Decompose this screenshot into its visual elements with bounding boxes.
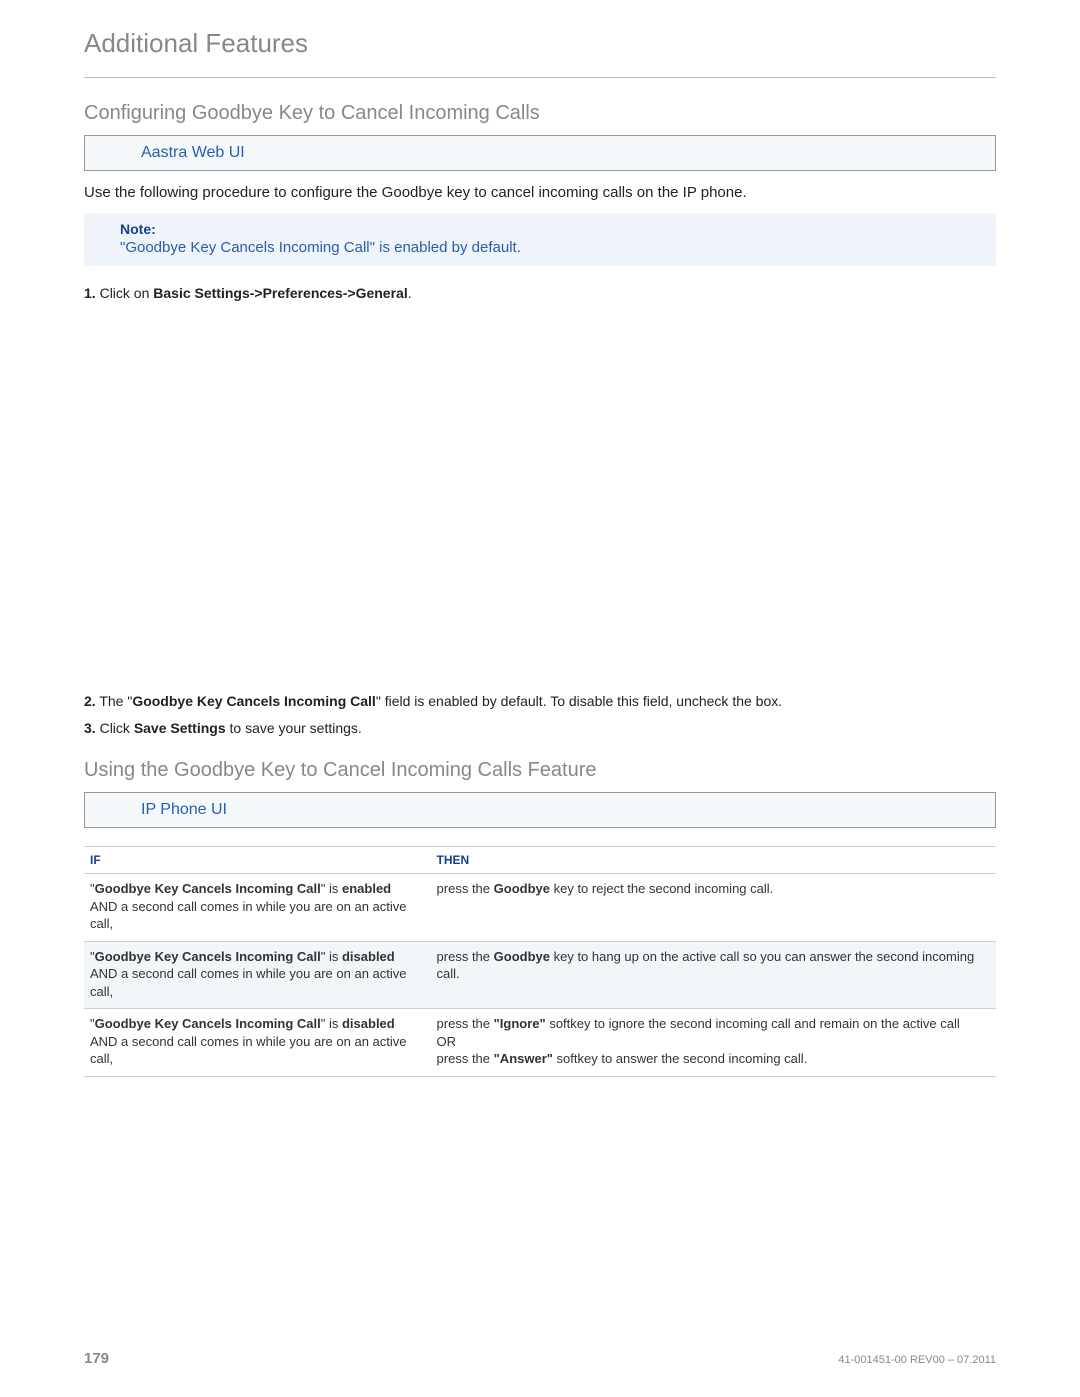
page-footer: 179 41-001451-00 REV00 – 07.2011 bbox=[84, 1350, 996, 1367]
cell-text: softkey to ignore the second incoming ca… bbox=[546, 1016, 960, 1031]
step-text: to save your settings. bbox=[226, 720, 362, 736]
cell-text: AND a second call comes in while you are… bbox=[90, 899, 407, 932]
cell-bold: disabled bbox=[342, 949, 395, 964]
cell-text: press the bbox=[437, 1051, 494, 1066]
ui-context-box-phone: IP Phone UI bbox=[84, 792, 996, 828]
cell-text: press the bbox=[437, 1016, 494, 1031]
chapter-title: Additional Features bbox=[84, 28, 996, 59]
step-2: 2. The "Goodbye Key Cancels Incoming Cal… bbox=[84, 692, 996, 712]
step-num: 2. bbox=[84, 693, 96, 709]
step-text: " field is enabled by default. To disabl… bbox=[376, 693, 782, 709]
table-row: "Goodbye Key Cancels Incoming Call" is d… bbox=[84, 941, 996, 1009]
cell-bold: Goodbye Key Cancels Incoming Call bbox=[95, 881, 321, 896]
screenshot-placeholder bbox=[84, 312, 996, 692]
ui-context-label: IP Phone UI bbox=[141, 801, 227, 818]
step-bold: Goodbye Key Cancels Incoming Call bbox=[132, 693, 376, 709]
note-block: Note: "Goodbye Key Cancels Incoming Call… bbox=[84, 213, 996, 266]
cell-bold: disabled bbox=[342, 1016, 395, 1031]
ui-context-label: Aastra Web UI bbox=[141, 144, 245, 161]
page-number: 179 bbox=[84, 1350, 109, 1367]
step-text: Click on bbox=[100, 285, 154, 301]
cell-text: " is bbox=[321, 949, 342, 964]
table-header-if: IF bbox=[84, 847, 431, 874]
cell-text: press the bbox=[437, 949, 494, 964]
cell-bold: "Ignore" bbox=[494, 1016, 546, 1031]
step-text: . bbox=[408, 285, 412, 301]
cell-text: press the bbox=[437, 881, 494, 896]
cell-text: key to reject the second incoming call. bbox=[550, 881, 773, 896]
divider bbox=[84, 77, 996, 78]
step-text: The " bbox=[99, 693, 132, 709]
intro-paragraph: Use the following procedure to configure… bbox=[84, 183, 996, 203]
cell-bold: Goodbye Key Cancels Incoming Call bbox=[95, 949, 321, 964]
step-num: 1. bbox=[84, 285, 96, 301]
cell-text: OR bbox=[437, 1034, 457, 1049]
table-row: "Goodbye Key Cancels Incoming Call" is d… bbox=[84, 1009, 996, 1077]
step-text: Click bbox=[100, 720, 134, 736]
step-3: 3. Click Save Settings to save your sett… bbox=[84, 719, 996, 739]
step-num: 3. bbox=[84, 720, 96, 736]
cell-text: softkey to answer the second incoming ca… bbox=[553, 1051, 807, 1066]
cell-text: " is bbox=[321, 881, 342, 896]
step-bold: Basic Settings->Preferences->General bbox=[153, 285, 407, 301]
section-heading-using: Using the Goodbye Key to Cancel Incoming… bbox=[84, 759, 996, 782]
table-header-then: THEN bbox=[431, 847, 996, 874]
cell-text: AND a second call comes in while you are… bbox=[90, 966, 407, 999]
cell-text: AND a second call comes in while you are… bbox=[90, 1034, 407, 1067]
cell-bold: enabled bbox=[342, 881, 391, 896]
cell-text: " is bbox=[321, 1016, 342, 1031]
note-label: Note: bbox=[120, 221, 960, 237]
note-text: "Goodbye Key Cancels Incoming Call" is e… bbox=[120, 239, 960, 256]
cell-bold: Goodbye bbox=[494, 949, 550, 964]
cell-bold: "Answer" bbox=[494, 1051, 553, 1066]
table-row: "Goodbye Key Cancels Incoming Call" is e… bbox=[84, 874, 996, 942]
ui-context-box-web: Aastra Web UI bbox=[84, 135, 996, 171]
conditions-table: IF THEN "Goodbye Key Cancels Incoming Ca… bbox=[84, 846, 996, 1077]
cell-bold: Goodbye Key Cancels Incoming Call bbox=[95, 1016, 321, 1031]
step-bold: Save Settings bbox=[134, 720, 226, 736]
section-heading-config: Configuring Goodbye Key to Cancel Incomi… bbox=[84, 102, 996, 125]
cell-bold: Goodbye bbox=[494, 881, 550, 896]
doc-id: 41-001451-00 REV00 – 07.2011 bbox=[838, 1354, 996, 1366]
step-1: 1. Click on Basic Settings->Preferences-… bbox=[84, 284, 996, 304]
